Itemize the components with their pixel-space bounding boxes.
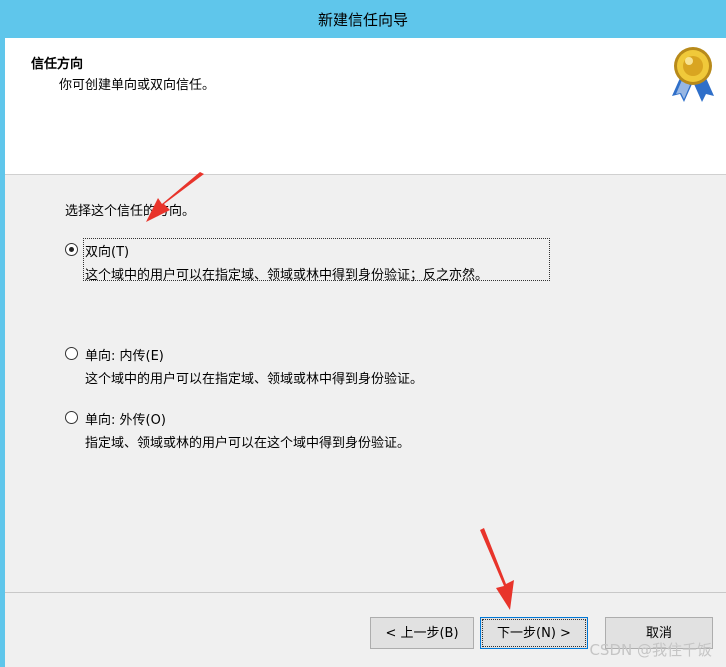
title-bar[interactable]: 新建信任向导 [0, 0, 726, 38]
option-label: 单向: 内传(E) [85, 349, 164, 364]
award-badge-icon [672, 47, 714, 102]
footer-divider [5, 592, 726, 593]
option-description: 这个域中的用户可以在指定域、领域或林中得到身份验证；反之亦然。 [85, 268, 489, 283]
wizard-window: 新建信任向导 信任方向 你可创建单向或双向信任。 选择这个信任的方向。 双向(T… [0, 0, 726, 667]
option-description: 指定域、领域或林的用户可以在这个域中得到身份验证。 [85, 436, 411, 451]
annotation-arrow-next [480, 528, 514, 610]
next-button[interactable]: 下一步(N) > [480, 617, 588, 649]
annotation-arrow-option [146, 172, 204, 222]
watermark-text: CSDN @我住千饭 [589, 641, 712, 659]
next-focus-rectangle [482, 619, 586, 647]
radio-two-way[interactable] [65, 243, 78, 256]
wizard-header: 信任方向 你可创建单向或双向信任。 [5, 38, 726, 175]
wizard-content: 信任方向 你可创建单向或双向信任。 选择这个信任的方向。 双向(T) 这个域中的… [5, 38, 726, 667]
radio-selected-dot [69, 247, 74, 252]
page-subtitle: 你可创建单向或双向信任。 [59, 78, 216, 93]
option-label: 双向(T) [85, 245, 130, 260]
radio-one-way-outgoing[interactable] [65, 411, 78, 424]
window-title: 新建信任向导 [317, 11, 408, 29]
option-description: 这个域中的用户可以在指定域、领域或林中得到身份验证。 [85, 372, 424, 387]
back-button[interactable]: < 上一步(B) [370, 617, 474, 649]
page-title: 信任方向 [31, 57, 84, 72]
close-button[interactable] [686, 0, 726, 38]
option-label: 单向: 外传(O) [85, 413, 166, 428]
radio-one-way-incoming[interactable] [65, 347, 78, 360]
